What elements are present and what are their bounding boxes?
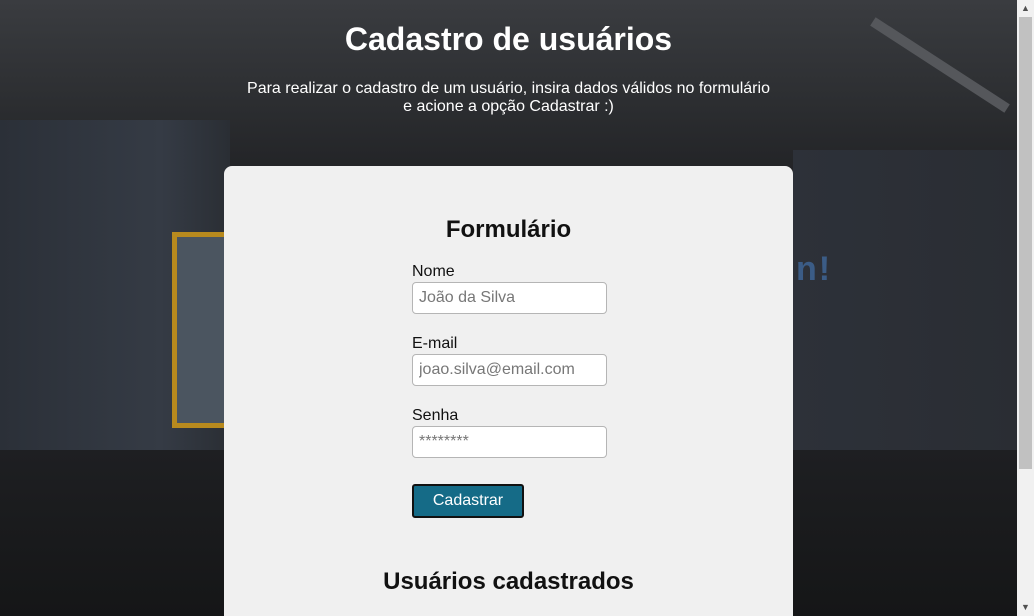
vertical-scrollbar[interactable]: ▲ ▼ xyxy=(1017,0,1034,616)
background-poster xyxy=(172,232,230,428)
background-right-wall xyxy=(793,150,1017,470)
triangle-down-icon[interactable]: ▼ xyxy=(1017,599,1034,616)
page-subtitle: Para realizar o cadastro de um usuário, … xyxy=(0,80,1017,116)
name-input[interactable] xyxy=(412,282,607,314)
form-card: Formulário Nome E-mail Senha Cadastrar U… xyxy=(224,166,793,616)
page-title: Cadastro de usuários xyxy=(344,21,673,57)
triangle-up-icon[interactable]: ▲ xyxy=(1017,0,1034,17)
cadastrar-button[interactable]: Cadastrar xyxy=(412,484,524,518)
password-label: Senha xyxy=(412,407,459,424)
name-label: Nome xyxy=(412,263,455,280)
form-title: Formulário xyxy=(445,216,572,243)
scrollbar-thumb[interactable] xyxy=(1019,17,1032,469)
registered-users-title: Usuários cadastrados xyxy=(383,568,634,595)
subtitle-line-2: e acione a opção Cadastrar :) xyxy=(403,98,614,115)
background-logo: n! xyxy=(796,250,833,288)
password-input[interactable] xyxy=(412,426,607,458)
email-input[interactable] xyxy=(412,354,607,386)
subtitle-line-1: Para realizar o cadastro de um usuário, … xyxy=(247,80,770,97)
email-label: E-mail xyxy=(412,335,458,352)
